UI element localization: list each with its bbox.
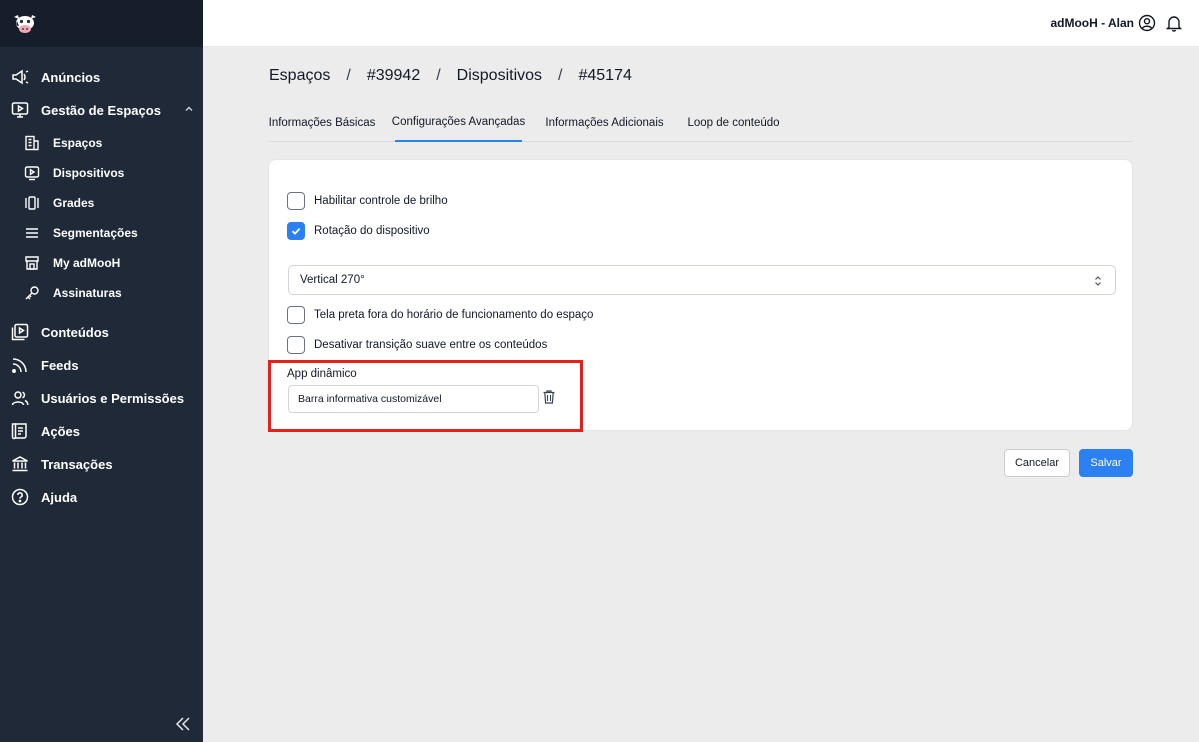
transition-checkbox[interactable] xyxy=(287,336,305,354)
brightness-label: Habilitar controle de brilho xyxy=(314,195,448,207)
store-icon xyxy=(23,254,41,272)
sidebar-item-label: Segmentações xyxy=(53,226,138,240)
sidebar-item-anuncios[interactable]: Anúncios xyxy=(0,63,203,91)
columns-icon xyxy=(23,194,41,212)
check-icon xyxy=(291,227,301,235)
bell-icon[interactable] xyxy=(1165,14,1183,32)
help-circle-icon xyxy=(10,487,30,507)
rotation-select[interactable]: Vertical 270° xyxy=(288,265,1116,295)
black-screen-label: Tela preta fora do horário de funcioname… xyxy=(314,309,594,321)
rotation-select-value: Vertical 270° xyxy=(300,274,365,286)
bank-icon xyxy=(10,454,30,474)
sidebar-item-label: Conteúdos xyxy=(41,324,109,340)
sidebar-item-label: My adMooH xyxy=(53,256,121,270)
sidebar-item-gestao-espacos[interactable]: Gestão de Espaços xyxy=(0,96,203,124)
menu-lines-icon xyxy=(23,224,41,242)
cow-logo-icon[interactable] xyxy=(12,12,38,36)
device-icon xyxy=(23,164,41,182)
sidebar-item-label: Espaços xyxy=(53,136,103,150)
sidebar-item-grades[interactable]: Grades xyxy=(0,189,203,217)
user-circle-icon[interactable] xyxy=(1138,14,1156,32)
sidebar-item-label: Assinaturas xyxy=(53,286,122,300)
sidebar-item-acoes[interactable]: Ações xyxy=(0,417,203,445)
transition-row[interactable]: Desativar transição suave entre os conte… xyxy=(287,336,547,354)
sidebar-item-label: Ajuda xyxy=(41,489,78,505)
tab-configuracoes-avancadas[interactable]: Configurações Avançadas xyxy=(392,104,525,142)
sidebar-item-label: Feeds xyxy=(41,357,79,373)
chevron-up-down-icon xyxy=(1095,276,1101,286)
brightness-control-row[interactable]: Habilitar controle de brilho xyxy=(287,192,448,210)
sidebar-item-feeds[interactable]: Feeds xyxy=(0,351,203,379)
black-screen-row[interactable]: Tela preta fora do horário de funcioname… xyxy=(287,306,593,324)
save-button[interactable]: Salvar xyxy=(1079,449,1133,477)
sidebar-item-segmentacoes[interactable]: Segmentações xyxy=(0,219,203,247)
collapse-sidebar-icon[interactable] xyxy=(173,714,193,734)
sidebar-item-label: Gestão de Espaços xyxy=(41,102,161,118)
sidebar-item-label: Dispositivos xyxy=(53,166,125,180)
sidebar-item-label: Grades xyxy=(53,196,95,210)
tabs: Informações Básicas Configurações Avança… xyxy=(268,104,1133,142)
breadcrumb: Espaços / #39942 / Dispositivos / #45174 xyxy=(269,67,632,85)
users-icon xyxy=(10,388,30,408)
sidebar-item-conteudos[interactable]: Conteúdos xyxy=(0,318,203,346)
sidebar-item-assinaturas[interactable]: Assinaturas xyxy=(0,279,203,307)
sidebar-item-dispositivos[interactable]: Dispositivos xyxy=(0,159,203,187)
rotation-label: Rotação do dispositivo xyxy=(314,225,430,237)
rotation-checkbox[interactable] xyxy=(287,222,305,240)
sidebar-item-label: Usuários e Permissões xyxy=(41,390,185,406)
sidebar-item-label: Ações xyxy=(41,423,81,439)
sidebar-item-label: Transações xyxy=(41,456,113,472)
user-name[interactable]: adMooH - Alan xyxy=(1050,16,1134,30)
sidebar: Anúncios Gestão de Espaços Espaços Dispo… xyxy=(0,0,203,742)
sidebar-item-label: Anúncios xyxy=(41,69,101,85)
rss-icon xyxy=(10,355,30,375)
tab-informacoes-basicas[interactable]: Informações Básicas xyxy=(268,104,376,142)
cancel-button[interactable]: Cancelar xyxy=(1004,449,1070,477)
highlight-box xyxy=(268,360,583,432)
tab-informacoes-adicionais[interactable]: Informações Adicionais xyxy=(545,104,663,142)
tab-loop-de-conteudo[interactable]: Loop de conteúdo xyxy=(687,104,780,142)
breadcrumb-item-dispositivos[interactable]: Dispositivos xyxy=(457,67,542,85)
key-icon xyxy=(23,284,41,302)
building-icon xyxy=(23,134,41,152)
sidebar-item-usuarios[interactable]: Usuários e Permissões xyxy=(0,384,203,412)
sidebar-header xyxy=(0,0,203,47)
breadcrumb-separator: / xyxy=(436,67,441,84)
megaphone-icon xyxy=(10,67,30,87)
media-library-icon xyxy=(10,322,30,342)
breadcrumb-separator: / xyxy=(346,67,351,84)
breadcrumb-item-device-id: #45174 xyxy=(578,67,632,84)
chevron-up-icon[interactable] xyxy=(183,103,195,115)
breadcrumb-item-space-id[interactable]: #39942 xyxy=(367,67,420,85)
sidebar-item-transacoes[interactable]: Transações xyxy=(0,450,203,478)
screen-play-icon xyxy=(10,100,30,120)
receipt-icon xyxy=(10,421,30,441)
breadcrumb-separator: / xyxy=(558,67,563,84)
sidebar-item-ajuda[interactable]: Ajuda xyxy=(0,483,203,511)
sidebar-item-my-admooh[interactable]: My adMooH xyxy=(0,249,203,277)
rotation-row[interactable]: Rotação do dispositivo xyxy=(287,222,430,240)
topbar: adMooH - Alan xyxy=(203,0,1199,47)
transition-label: Desativar transição suave entre os conte… xyxy=(314,339,548,351)
black-screen-checkbox[interactable] xyxy=(287,306,305,324)
brightness-checkbox[interactable] xyxy=(287,192,305,210)
sidebar-item-espacos[interactable]: Espaços xyxy=(0,129,203,157)
breadcrumb-item-espacos[interactable]: Espaços xyxy=(269,67,330,85)
